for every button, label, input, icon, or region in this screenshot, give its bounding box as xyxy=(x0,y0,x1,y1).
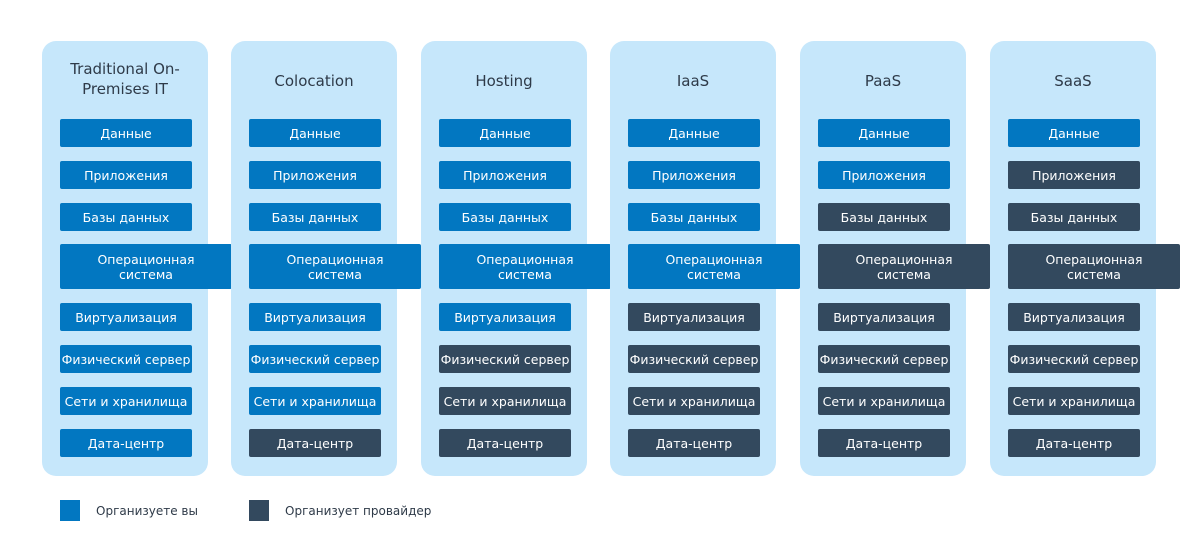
legend-item-you: Организуете вы xyxy=(60,500,198,521)
layer-cell: Данные xyxy=(249,119,381,147)
layer-cell: Операционная система xyxy=(249,244,421,289)
layer-cell: Физический сервер xyxy=(439,345,571,373)
layer-cell: Базы данных xyxy=(439,203,571,231)
column-title: Traditional On-Premises IT xyxy=(70,60,180,98)
legend-swatch-you xyxy=(60,500,80,521)
layer-cell: Виртуализация xyxy=(1008,303,1140,331)
layer-cell: Данные xyxy=(628,119,760,147)
layer-cell: Физический сервер xyxy=(1008,345,1140,373)
column-title: PaaS xyxy=(864,72,902,90)
layer-cell: Виртуализация xyxy=(818,303,950,331)
column-title: Colocation xyxy=(274,72,354,90)
layer-cell: Дата-центр xyxy=(628,429,760,457)
legend-label-you: Организуете вы xyxy=(96,503,198,518)
layer-cell: Сети и хранилища xyxy=(628,387,760,415)
column-iaas: IaaS Данные Приложения Базы данных Операцион… xyxy=(610,41,800,476)
layer-cell: Приложения xyxy=(249,161,381,189)
column-colocation: Colocation Данные Приложения Базы данных Опе… xyxy=(231,41,421,476)
layer-cell: Операционная система xyxy=(818,244,990,289)
layer-cell: Сети и хранилища xyxy=(60,387,192,415)
layer-cell: Виртуализация xyxy=(60,303,192,331)
layer-cell: Виртуализация xyxy=(249,303,381,331)
column-saas: SaaS Данные Приложения Базы данных Операцион… xyxy=(990,41,1180,476)
layer-cell: Дата-центр xyxy=(439,429,571,457)
layer-cell: Приложения xyxy=(439,161,571,189)
column-title: IaaS xyxy=(676,72,710,90)
column-title: SaaS xyxy=(1054,72,1092,90)
layer-cell: Операционная система xyxy=(628,244,800,289)
legend-item-provider: Организует провайдер xyxy=(249,500,431,521)
layer-cell: Данные xyxy=(1008,119,1140,147)
legend-swatch-provider xyxy=(249,500,269,521)
layer-cell: Операционная система xyxy=(60,244,232,289)
column-paas: PaaS Данные Приложения Базы данных Операцион… xyxy=(800,41,990,476)
layer-cell: Сети и хранилища xyxy=(818,387,950,415)
column-traditional-on-premises-it: Traditional On-Premises IT Данные Приложен… xyxy=(42,41,232,476)
layer-cell: Данные xyxy=(818,119,950,147)
layer-cell: Данные xyxy=(439,119,571,147)
legend-label-provider: Организует провайдер xyxy=(285,503,432,518)
layer-cell: Приложения xyxy=(818,161,950,189)
layer-cell: Данные xyxy=(60,119,192,147)
layer-cell: Операционная система xyxy=(439,244,611,289)
layer-cell: Приложения xyxy=(628,161,760,189)
layer-cell: Базы данных xyxy=(60,203,192,231)
layer-cell: Сети и хранилища xyxy=(1008,387,1140,415)
layer-cell: Дата-центр xyxy=(818,429,950,457)
layer-cell: Базы данных xyxy=(249,203,381,231)
layer-cell: Виртуализация xyxy=(439,303,571,331)
layer-cell: Дата-центр xyxy=(1008,429,1140,457)
layer-cell: Приложения xyxy=(60,161,192,189)
column-title: Hosting xyxy=(475,72,533,90)
layer-cell: Базы данных xyxy=(1008,203,1140,231)
layer-cell: Физический сервер xyxy=(628,345,760,373)
layer-cell: Дата-центр xyxy=(60,429,192,457)
layer-cell: Физический сервер xyxy=(60,345,192,373)
layer-cell: Сети и хранилища xyxy=(249,387,381,415)
layer-cell: Сети и хранилища xyxy=(439,387,571,415)
layer-cell: Базы данных xyxy=(628,203,760,231)
layer-cell: Физический сервер xyxy=(249,345,381,373)
layer-cell: Приложения xyxy=(1008,161,1140,189)
layer-cell: Виртуализация xyxy=(628,303,760,331)
layer-cell: Дата-центр xyxy=(249,429,381,457)
layer-cell: Физический сервер xyxy=(818,345,950,373)
column-hosting: Hosting Данные Приложения Базы данных Операц… xyxy=(421,41,611,476)
layer-cell: Базы данных xyxy=(818,203,950,231)
layer-cell: Операционная система xyxy=(1008,244,1180,289)
